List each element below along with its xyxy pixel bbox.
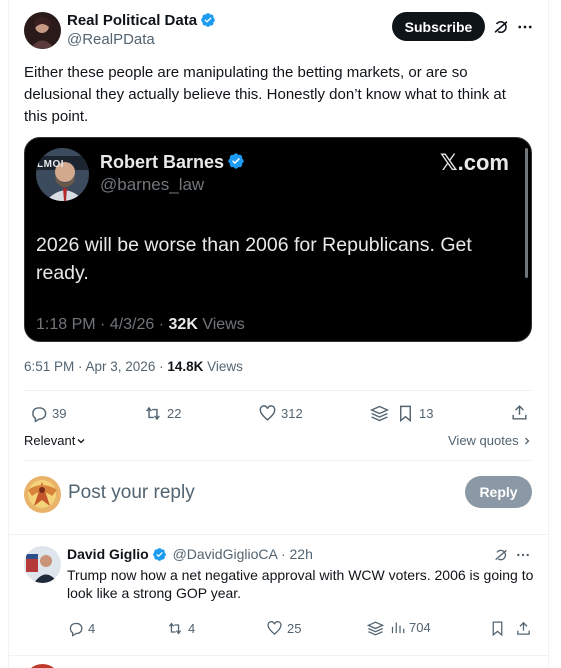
reply-count: 39 <box>52 406 67 421</box>
reply-views-count: 704 <box>409 620 431 635</box>
repost-icon <box>146 406 160 421</box>
reply-reply-action[interactable]: 4 <box>67 620 95 637</box>
quoted-views-count: 32K <box>168 316 198 333</box>
author-name[interactable]: Real Political Data <box>67 12 197 29</box>
x-logo-source[interactable]: 𝕏.com <box>440 150 509 176</box>
reply-time[interactable]: · 22h <box>277 546 313 562</box>
post-time[interactable]: 6:51 PM · Apr 3, 2026 · <box>24 359 167 374</box>
reply-action[interactable]: 39 <box>29 404 66 423</box>
reply-repost-count: 4 <box>188 621 196 636</box>
quoted-author-name[interactable]: Robert Barnes <box>100 152 224 172</box>
author-avatar[interactable] <box>24 12 61 49</box>
quoted-author-name-row: Robert Barnes <box>100 152 245 175</box>
view-quotes-link[interactable]: View quotes <box>448 433 532 448</box>
repost-icon <box>168 622 182 635</box>
like-icon <box>259 405 276 421</box>
verified-badge-icon <box>200 12 216 33</box>
share-icon <box>517 621 530 635</box>
post-text: Either these people are manipulating the… <box>24 64 506 125</box>
verified-badge-icon <box>227 152 245 175</box>
quoted-post-text: 2026 will be worse than 2006 for Republi… <box>36 234 472 284</box>
repost-action[interactable]: 22 <box>143 404 181 423</box>
views-icon <box>366 621 385 636</box>
analytics-icon <box>391 622 405 634</box>
bookmark-action[interactable]: 13 <box>396 404 433 423</box>
reply-text: Trump now how a net negative approval wi… <box>67 567 534 601</box>
subscribe-button[interactable]: Subscribe <box>392 12 485 41</box>
reply-like-action[interactable]: 25 <box>266 620 301 637</box>
bookmark-icon <box>492 621 503 637</box>
post-timestamp: 6:51 PM · Apr 3, 2026 · 14.8K Views <box>24 359 243 374</box>
reply-button[interactable]: Reply <box>465 476 532 508</box>
reply-bookmark-action[interactable] <box>489 620 506 637</box>
bookmark-count: 13 <box>419 406 434 421</box>
divider <box>8 534 549 535</box>
quoted-post-meta: 1:18 PM · 4/3/26 · 32K Views <box>36 316 245 334</box>
grok-icon[interactable] <box>490 16 512 38</box>
chevron-right-icon <box>524 437 530 445</box>
my-avatar[interactable] <box>24 476 61 513</box>
more-icon[interactable] <box>514 546 532 564</box>
repost-count: 22 <box>167 406 182 421</box>
reply-author-name[interactable]: David Giglio <box>67 546 149 562</box>
like-count: 312 <box>281 406 303 421</box>
bookmark-icon <box>400 405 411 423</box>
reply-author-handle[interactable]: @DavidGiglioCA <box>173 546 277 562</box>
reply-author-row: David Giglio @DavidGiglioCA · 22h <box>67 546 313 565</box>
reply-like-count: 25 <box>287 621 302 636</box>
view-quotes-label: View quotes <box>448 433 519 448</box>
sort-relevant-label: Relevant <box>24 433 76 448</box>
share-icon <box>512 405 527 420</box>
post-views-count: 14.8K <box>167 359 204 374</box>
quoted-author-avatar[interactable]: LMOI <box>36 148 89 201</box>
reply-analytics-action[interactable]: 704 <box>390 620 431 635</box>
like-action[interactable]: 312 <box>258 404 303 423</box>
views-action[interactable] <box>369 403 390 424</box>
reply-input[interactable]: Post your reply <box>68 482 195 504</box>
author-name-row: Real Political Data <box>67 12 216 33</box>
more-icon[interactable] <box>514 16 536 38</box>
like-icon <box>267 621 282 636</box>
reply-author-avatar[interactable] <box>24 546 61 583</box>
quoted-post-card[interactable]: LMOI Robert Barnes @barnes_law 𝕏.com 202… <box>24 137 532 342</box>
author-handle[interactable]: @RealPData <box>67 31 155 48</box>
reply-icon <box>69 622 83 637</box>
divider <box>8 655 549 656</box>
divider <box>24 460 532 461</box>
reply-grok-views-action[interactable] <box>366 619 385 638</box>
reply-reply-count: 4 <box>88 621 96 636</box>
quoted-author-handle[interactable]: @barnes_law <box>100 175 204 195</box>
quoted-views-label: Views <box>197 316 245 333</box>
post-views-label: Views <box>203 359 243 374</box>
grok-icon[interactable] <box>492 546 510 564</box>
chevron-down-icon <box>77 439 85 444</box>
reply-icon <box>32 407 47 423</box>
sort-relevant-dropdown[interactable]: Relevant <box>24 433 86 448</box>
reply-repost-action[interactable]: 4 <box>166 620 195 637</box>
divider <box>24 390 532 391</box>
quoted-post-time[interactable]: 1:18 PM · 4/3/26 · <box>36 316 169 333</box>
quoted-avatar-text: LMOI <box>37 159 64 170</box>
embed-scrollbar[interactable] <box>525 148 528 278</box>
reply-share-action[interactable] <box>515 620 532 637</box>
verified-badge-icon <box>152 547 167 565</box>
share-action[interactable] <box>510 403 529 422</box>
views-icon <box>369 405 390 422</box>
